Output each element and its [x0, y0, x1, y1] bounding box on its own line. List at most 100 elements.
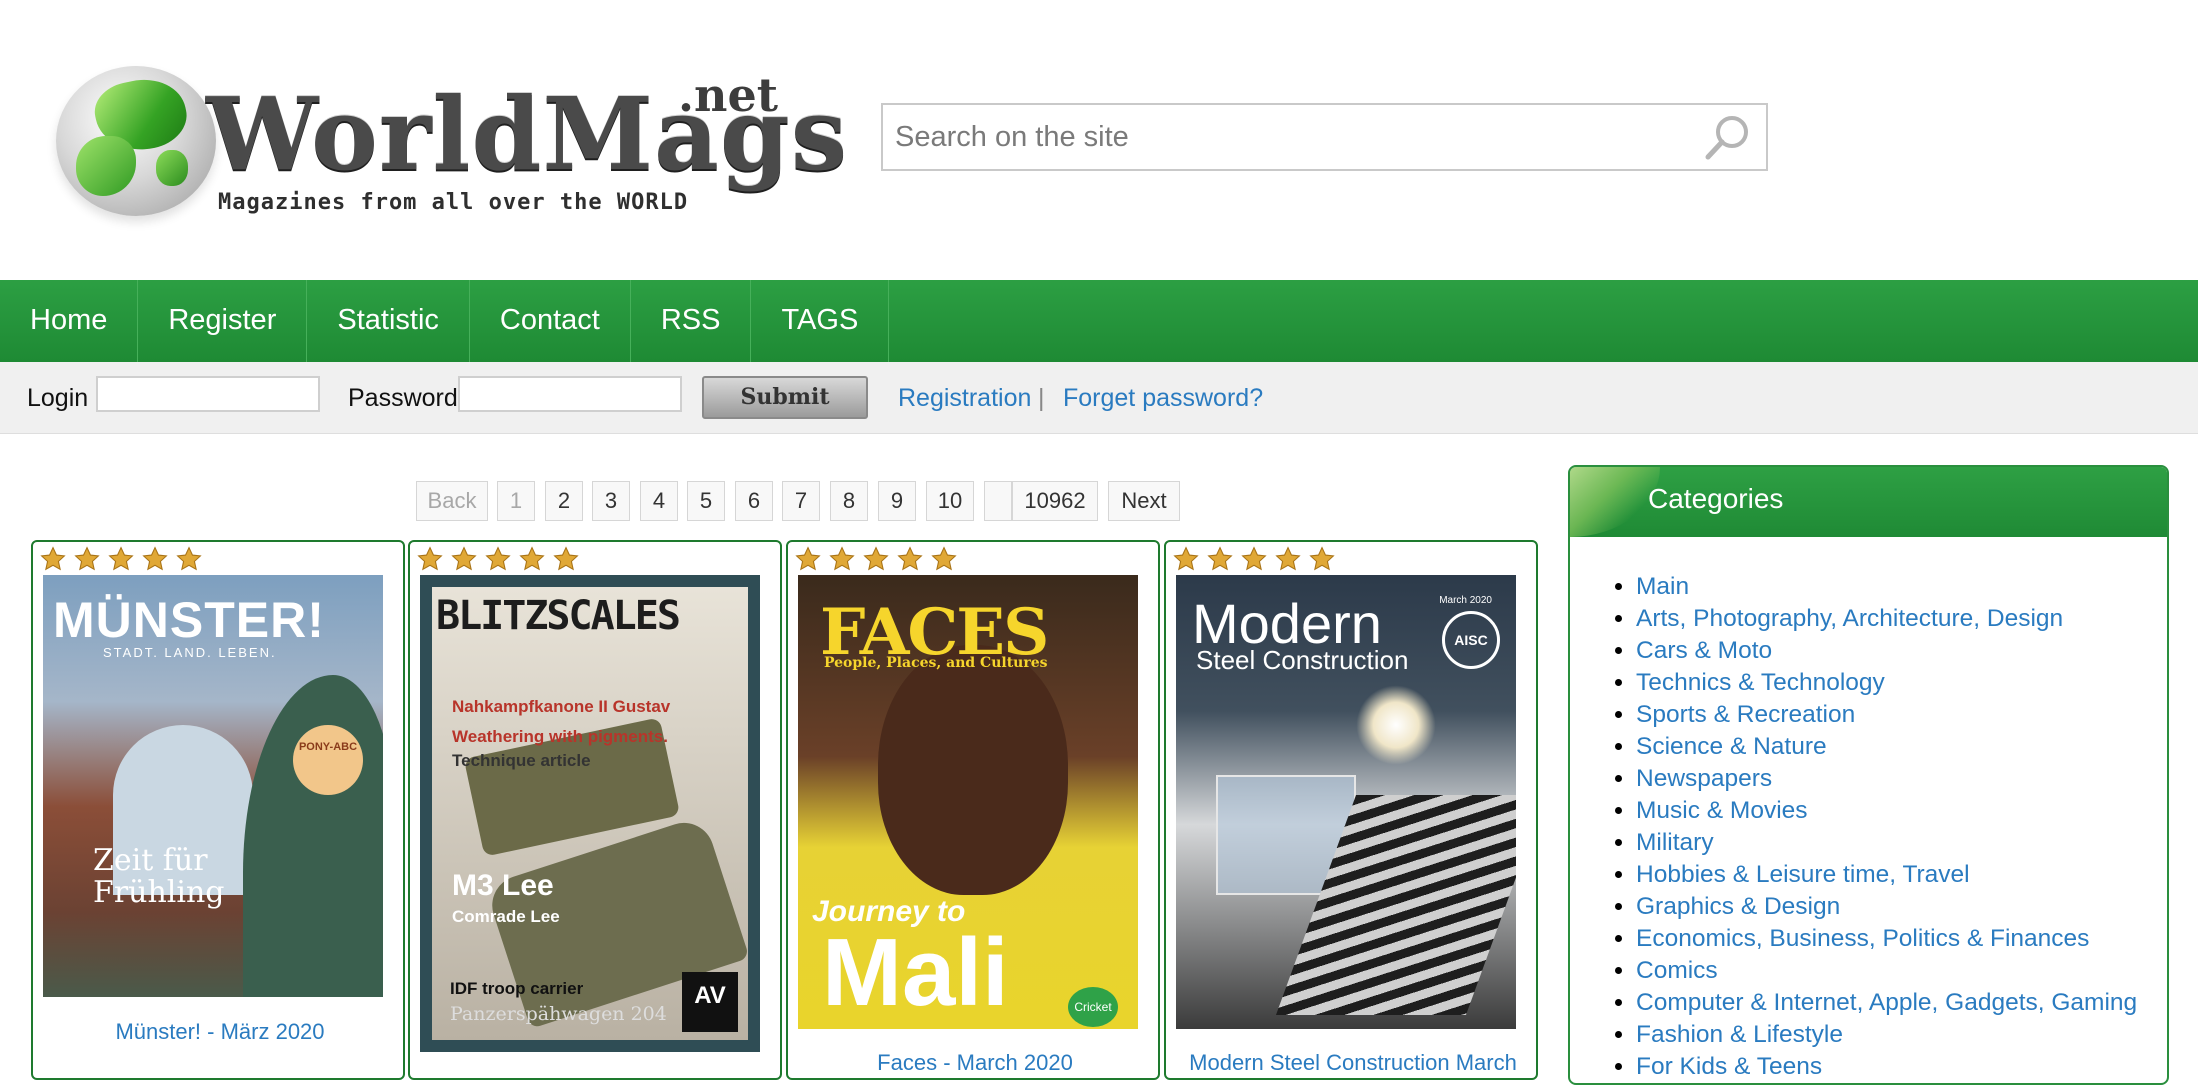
cover-line: IDF troop carrier: [450, 979, 584, 998]
category-link[interactable]: Arts, Photography, Architecture, Design: [1636, 603, 2137, 635]
pager-page[interactable]: 2: [545, 481, 583, 521]
login-input[interactable]: [96, 376, 320, 412]
password-input[interactable]: [458, 376, 682, 412]
cover-date: March 2020: [1439, 595, 1492, 606]
login-label: Login: [27, 384, 89, 412]
category-link[interactable]: Hobbies & Leisure time, Travel: [1636, 859, 2137, 891]
star-icon: [1309, 546, 1335, 571]
pager-page[interactable]: 9: [878, 481, 916, 521]
forgot-password-link[interactable]: Forget password?: [1063, 384, 1263, 413]
cover-masthead: BLITZSCALES: [436, 593, 681, 639]
categories-panel: Categories MainArts, Photography, Archit…: [1568, 465, 2169, 1085]
logo-suffix: .net: [678, 68, 778, 122]
rating-stars: [1172, 546, 1342, 572]
nav-contact[interactable]: Contact: [470, 280, 631, 362]
magazine-card[interactable]: Modern Steel Construction March 2020 AIS…: [1164, 540, 1538, 1080]
pager-ellipsis: [984, 481, 1012, 521]
categories-title: Categories: [1648, 483, 1784, 514]
registration-link[interactable]: Registration: [898, 384, 1031, 413]
link-separator: |: [1038, 384, 1045, 412]
magazine-cover[interactable]: FACES People, Places, and Cultures Journ…: [798, 575, 1138, 1029]
site-logo[interactable]: WorldMags .net Magazines from all over t…: [56, 62, 847, 222]
site-header: WorldMags .net Magazines from all over t…: [0, 0, 2198, 280]
search-icon[interactable]: [1702, 113, 1752, 163]
cover-badge: Cricket: [1068, 987, 1118, 1027]
star-icon: [485, 546, 511, 571]
globe-icon: [56, 66, 216, 216]
category-link[interactable]: Fashion & Lifestyle: [1636, 1019, 2137, 1051]
search-input[interactable]: [895, 105, 1695, 169]
star-icon: [176, 546, 202, 571]
rating-stars: [416, 546, 586, 572]
cover-badge: AISC: [1442, 611, 1500, 669]
pager-back: Back: [416, 481, 488, 521]
submit-button[interactable]: Submit: [702, 376, 868, 419]
pager-page[interactable]: 6: [735, 481, 773, 521]
magazine-title-link[interactable]: Münster! - März 2020: [33, 1019, 407, 1045]
category-link[interactable]: For Kids & Teens: [1636, 1051, 2137, 1083]
star-icon: [1207, 546, 1233, 571]
category-link[interactable]: Comics: [1636, 955, 2137, 987]
magazine-card[interactable]: MÜNSTER! STADT. LAND. LEBEN. PONY-ABC Ze…: [31, 540, 405, 1080]
category-link[interactable]: Newspapers: [1636, 763, 2137, 795]
rating-stars: [39, 546, 209, 572]
star-icon: [417, 546, 443, 571]
cover-subtitle: Steel Construction: [1196, 645, 1409, 675]
category-link[interactable]: Computer & Internet, Apple, Gadgets, Gam…: [1636, 987, 2137, 1019]
magazine-cover[interactable]: MÜNSTER! STADT. LAND. LEBEN. PONY-ABC Ze…: [43, 575, 383, 997]
star-icon: [553, 546, 579, 571]
category-link[interactable]: Sports & Recreation: [1636, 699, 2137, 731]
cover-headline: Zeit für Frühling: [93, 845, 225, 908]
pager-page-current: 1: [497, 481, 535, 521]
category-link[interactable]: Music & Movies: [1636, 795, 2137, 827]
magazine-card[interactable]: BLITZSCALES Nahkampfkanone II Gustav Wea…: [408, 540, 782, 1080]
cover-headline-line: Zeit für: [93, 843, 208, 878]
categories-header: Categories: [1570, 467, 2167, 537]
cover-badge: PONY-ABC: [293, 725, 363, 795]
star-icon: [897, 546, 923, 571]
category-link[interactable]: Science & Nature: [1636, 731, 2137, 763]
cover-line: Technique article: [452, 751, 591, 770]
rating-stars: [794, 546, 964, 572]
pager-page[interactable]: 3: [592, 481, 630, 521]
cover-masthead: MÜNSTER!: [53, 592, 325, 648]
magazine-cover[interactable]: BLITZSCALES Nahkampfkanone II Gustav Wea…: [420, 575, 760, 1052]
swirl-decoration-icon: [1570, 467, 1660, 537]
category-link[interactable]: Military: [1636, 827, 2137, 859]
cover-line: Panzerspähwagen 204: [450, 1003, 667, 1025]
pager-page[interactable]: 4: [640, 481, 678, 521]
pager-page[interactable]: 10: [926, 481, 974, 521]
main-nav: Home Register Statistic Contact RSS TAGS: [0, 280, 2198, 362]
magazine-title-link[interactable]: Modern Steel Construction March: [1166, 1050, 1540, 1076]
category-link[interactable]: Economics, Business, Politics & Finances: [1636, 923, 2137, 955]
login-bar: Login Password Submit Registration | For…: [0, 362, 2198, 434]
pager-page[interactable]: 5: [687, 481, 725, 521]
pager-page[interactable]: 8: [830, 481, 868, 521]
star-icon: [931, 546, 957, 571]
category-link[interactable]: Technics & Technology: [1636, 667, 2137, 699]
magazine-cover[interactable]: Modern Steel Construction March 2020 AIS…: [1176, 575, 1516, 1029]
star-icon: [519, 546, 545, 571]
password-label: Password: [348, 384, 458, 412]
nav-tags[interactable]: TAGS: [751, 280, 890, 362]
magazine-title-link[interactable]: Faces - March 2020: [788, 1050, 1162, 1076]
star-icon: [829, 546, 855, 571]
cover-tagline: People, Places, and Cultures: [824, 655, 1048, 671]
category-link[interactable]: Graphics & Design: [1636, 891, 2137, 923]
star-icon: [1173, 546, 1199, 571]
pager-page-last[interactable]: 10962: [1012, 481, 1098, 521]
pager-next[interactable]: Next: [1108, 481, 1180, 521]
nav-rss[interactable]: RSS: [631, 280, 752, 362]
magazine-card[interactable]: FACES People, Places, and Cultures Journ…: [786, 540, 1160, 1080]
sponsor-logo: AV: [682, 972, 738, 1032]
nav-register[interactable]: Register: [138, 280, 308, 362]
category-link[interactable]: Main: [1636, 571, 2137, 603]
cover-subtitle: STADT. LAND. LEBEN.: [103, 645, 277, 660]
pager-page[interactable]: 7: [782, 481, 820, 521]
category-link[interactable]: Cars & Moto: [1636, 635, 2137, 667]
nav-statistic[interactable]: Statistic: [307, 280, 470, 362]
star-icon: [108, 546, 134, 571]
nav-home[interactable]: Home: [0, 280, 139, 362]
logo-tagline: Magazines from all over the WORLD: [218, 190, 689, 215]
star-icon: [451, 546, 477, 571]
